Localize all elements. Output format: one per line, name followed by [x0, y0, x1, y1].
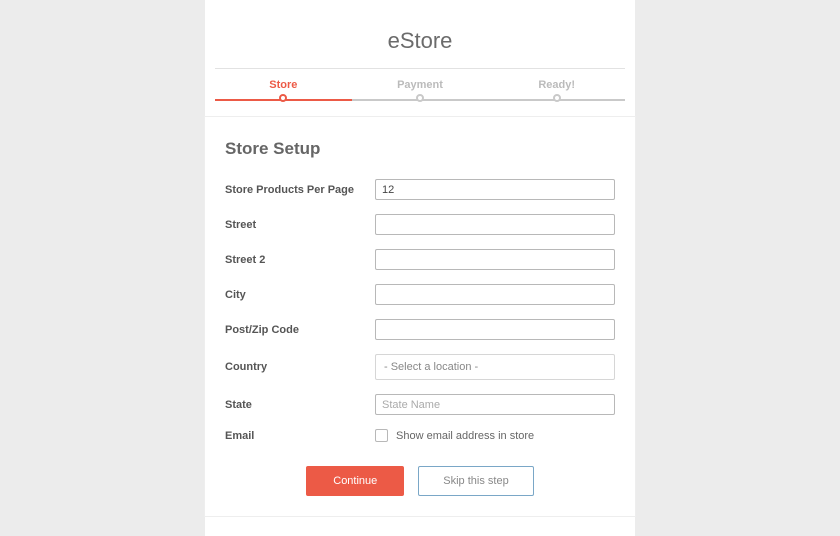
row-street2: Street 2	[225, 249, 615, 270]
step-indicator: Store Payment Ready!	[215, 79, 625, 101]
header: eStore	[205, 0, 635, 68]
row-postcode: Post/Zip Code	[225, 319, 615, 340]
actions: Continue Skip this step	[225, 466, 615, 496]
row-products-per-page: Store Products Per Page	[225, 179, 615, 200]
divider	[215, 68, 625, 69]
state-input[interactable]	[375, 394, 615, 415]
show-email-checkbox[interactable]	[375, 429, 388, 442]
label-street: Street	[225, 219, 375, 231]
row-state: State	[225, 394, 615, 415]
label-postcode: Post/Zip Code	[225, 324, 375, 336]
products-per-page-input[interactable]	[375, 179, 615, 200]
country-placeholder: - Select a location -	[384, 361, 478, 373]
label-email: Email	[225, 430, 375, 442]
step-payment[interactable]: Payment	[352, 79, 489, 101]
wizard-container: eStore Store Payment Ready! Store Setup …	[205, 0, 635, 536]
show-email-label: Show email address in store	[396, 430, 534, 442]
step-dot-icon	[553, 94, 561, 102]
postcode-input[interactable]	[375, 319, 615, 340]
row-street: Street	[225, 214, 615, 235]
app-title: eStore	[205, 28, 635, 54]
city-input[interactable]	[375, 284, 615, 305]
step-dot-icon	[279, 94, 287, 102]
label-street2: Street 2	[225, 254, 375, 266]
continue-button[interactable]: Continue	[306, 466, 404, 496]
step-ready[interactable]: Ready!	[488, 79, 625, 101]
country-select[interactable]: - Select a location -	[375, 354, 615, 380]
street-input[interactable]	[375, 214, 615, 235]
skip-button[interactable]: Skip this step	[418, 466, 533, 496]
card-title: Store Setup	[225, 139, 615, 159]
label-products-per-page: Store Products Per Page	[225, 184, 375, 196]
street2-input[interactable]	[375, 249, 615, 270]
row-email: Email Show email address in store	[225, 429, 615, 442]
step-dot-icon	[416, 94, 424, 102]
step-store[interactable]: Store	[215, 79, 352, 101]
label-country: Country	[225, 361, 375, 373]
setup-card: Store Setup Store Products Per Page Stre…	[205, 117, 635, 516]
label-city: City	[225, 289, 375, 301]
row-country: Country - Select a location -	[225, 354, 615, 380]
row-city: City	[225, 284, 615, 305]
label-state: State	[225, 399, 375, 411]
